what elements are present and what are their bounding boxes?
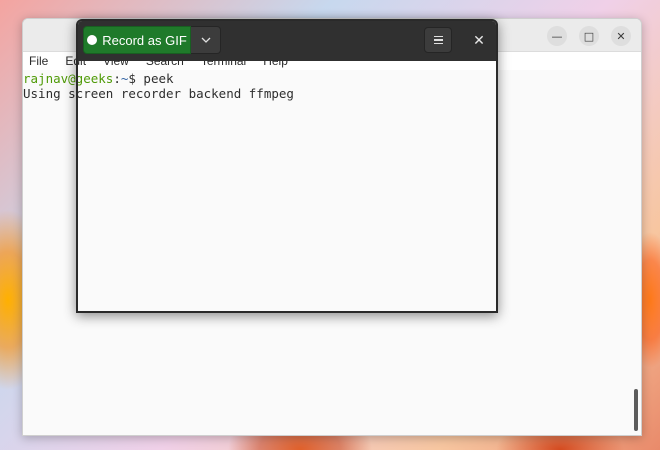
- peek-headerbar[interactable]: Record as GIF ✕: [78, 21, 496, 61]
- record-as-gif-button[interactable]: Record as GIF: [83, 26, 191, 54]
- chevron-down-icon: [201, 37, 210, 43]
- menu-file[interactable]: File: [29, 54, 48, 68]
- maximize-icon[interactable]: □: [579, 26, 599, 46]
- hamburger-menu-icon[interactable]: [424, 27, 452, 53]
- close-icon[interactable]: ✕: [611, 26, 631, 46]
- close-icon[interactable]: ✕: [470, 32, 488, 50]
- record-dot-icon: [87, 35, 98, 45]
- peek-window: Record as GIF ✕: [76, 19, 498, 313]
- format-dropdown-button[interactable]: [191, 26, 221, 54]
- recording-area: [78, 61, 496, 311]
- minimize-icon[interactable]: —: [547, 26, 567, 46]
- terminal-scrollbar[interactable]: [634, 389, 638, 431]
- record-button-group: Record as GIF: [83, 26, 221, 54]
- window-controls: — □ ✕: [547, 26, 631, 46]
- record-button-label: Record as GIF: [102, 32, 187, 48]
